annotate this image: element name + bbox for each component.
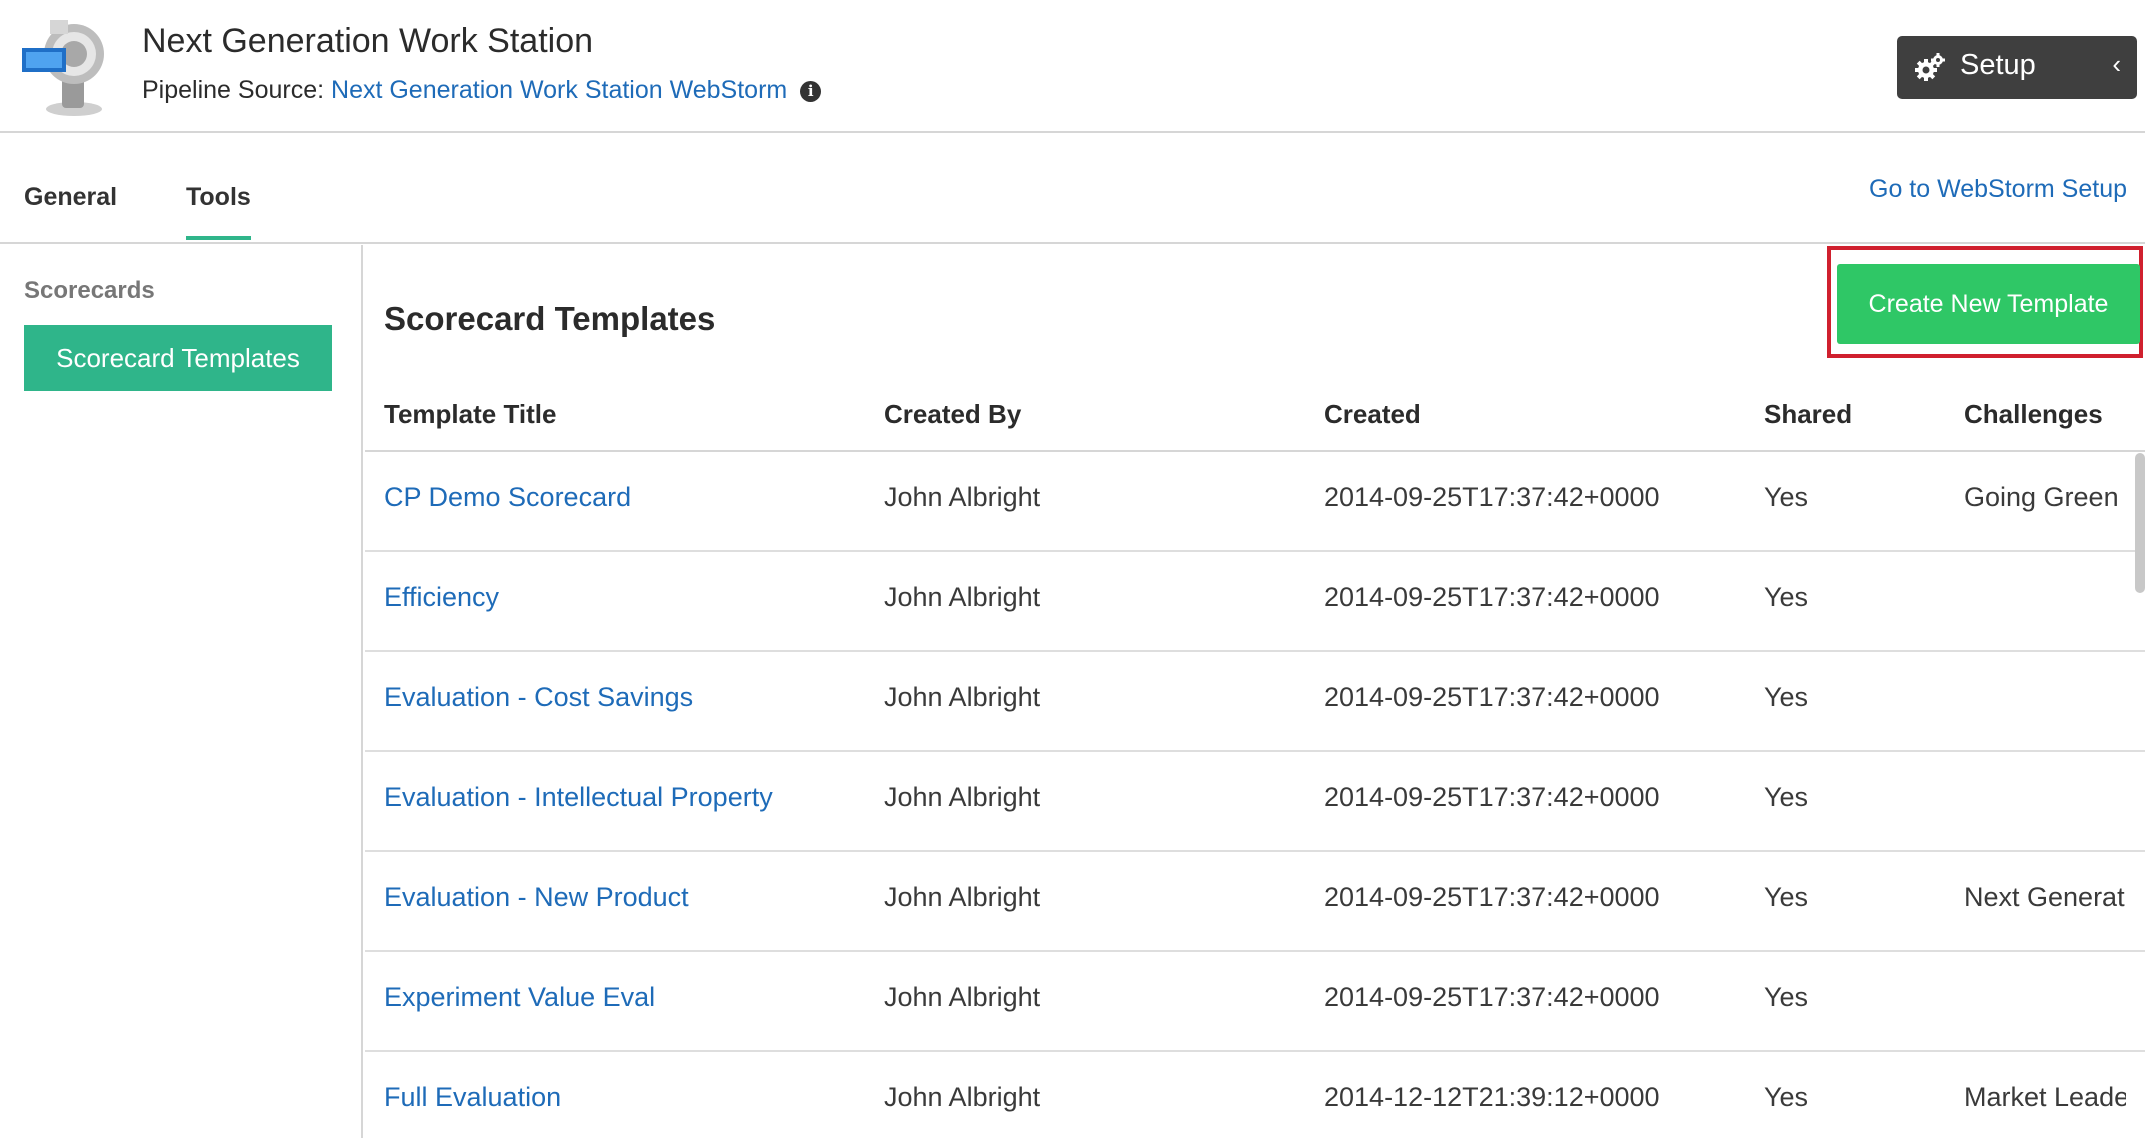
template-title-cell: Evaluation - New Product	[384, 882, 864, 913]
template-title-cell: CP Demo Scorecard	[384, 482, 864, 513]
create-new-template-button[interactable]: Create New Template	[1837, 264, 2140, 344]
main-content: Scorecard Templates Create New Template …	[365, 245, 2145, 1138]
tab-bar: General Tools Go to WebStorm Setup	[0, 135, 2145, 244]
table-header: Template Title Created By Created Shared…	[365, 385, 2145, 452]
created-cell: 2014-09-25T17:37:42+0000	[1324, 482, 1660, 512]
table-row: Evaluation - Cost Savings John Albright …	[365, 652, 2145, 752]
go-to-webstorm-setup-link[interactable]: Go to WebStorm Setup	[1869, 175, 2127, 204]
table-row: Full Evaluation John Albright 2014-12-12…	[365, 1052, 2145, 1138]
template-title-link[interactable]: Evaluation - Cost Savings	[384, 682, 693, 712]
template-title-cell: Evaluation - Intellectual Property	[384, 782, 864, 813]
sidebar: Scorecards Scorecard Templates	[0, 245, 363, 1138]
sidebar-heading: Scorecards	[24, 277, 155, 304]
shared-cell: Yes	[1764, 882, 1809, 912]
template-title-link[interactable]: Efficiency	[384, 582, 499, 612]
template-title-cell: Full Evaluation	[384, 1082, 864, 1113]
column-header-created-by[interactable]: Created By	[884, 399, 1304, 430]
table-row: Evaluation - Intellectual Property John …	[365, 752, 2145, 852]
challenges-cell: Going Green (	[1964, 482, 2126, 512]
app-title: Next Generation Work Station	[142, 22, 594, 60]
gear-icon	[1915, 53, 1945, 81]
template-title-link[interactable]: Full Evaluation	[384, 1082, 561, 1112]
created-cell: 2014-09-25T17:37:42+0000	[1324, 782, 1660, 812]
tab-general[interactable]: General	[24, 183, 117, 236]
template-title-link[interactable]: Evaluation - Intellectual Property	[384, 782, 773, 812]
shared-cell: Yes	[1764, 582, 1809, 612]
column-header-shared[interactable]: Shared	[1764, 399, 1914, 430]
info-icon[interactable]: i	[800, 81, 822, 102]
shared-cell: Yes	[1764, 1082, 1809, 1112]
shared-cell: Yes	[1764, 982, 1809, 1012]
template-title-cell: Experiment Value Eval	[384, 982, 864, 1013]
column-header-challenges[interactable]: Challenges	[1964, 399, 2126, 430]
setup-button[interactable]: Setup ‹	[1897, 36, 2137, 99]
app-logo-icon	[22, 20, 104, 116]
table-row: Efficiency John Albright 2014-09-25T17:3…	[365, 552, 2145, 652]
setup-label: Setup	[1960, 49, 2036, 81]
table-row: Experiment Value Eval John Albright 2014…	[365, 952, 2145, 1052]
created-by-cell: John Albright	[884, 482, 1041, 512]
template-title-cell: Efficiency	[384, 582, 864, 613]
table-row: Evaluation - New Product John Albright 2…	[365, 852, 2145, 952]
created-by-cell: John Albright	[884, 782, 1041, 812]
created-by-cell: John Albright	[884, 882, 1041, 912]
template-title-link[interactable]: Evaluation - New Product	[384, 882, 689, 912]
template-title-cell: Evaluation - Cost Savings	[384, 682, 864, 713]
templates-table: CP Demo Scorecard John Albright 2014-09-…	[365, 452, 2145, 1138]
created-cell: 2014-09-25T17:37:42+0000	[1324, 582, 1660, 612]
template-title-link[interactable]: CP Demo Scorecard	[384, 482, 631, 512]
template-title-link[interactable]: Experiment Value Eval	[384, 982, 655, 1012]
created-cell: 2014-09-25T17:37:42+0000	[1324, 682, 1660, 712]
table-row: CP Demo Scorecard John Albright 2014-09-…	[365, 452, 2145, 552]
shared-cell: Yes	[1764, 682, 1809, 712]
app-header: Next Generation Work Station Pipeline So…	[0, 0, 2145, 133]
created-cell: 2014-12-12T21:39:12+0000	[1324, 1082, 1660, 1112]
tab-tools[interactable]: Tools	[186, 183, 251, 240]
sidebar-item-scorecard-templates[interactable]: Scorecard Templates	[24, 325, 332, 391]
created-cell: 2014-09-25T17:37:42+0000	[1324, 982, 1660, 1012]
page-title: Scorecard Templates	[384, 300, 716, 337]
chevron-left-icon: ‹	[2112, 49, 2121, 79]
created-by-cell: John Albright	[884, 1082, 1041, 1112]
pipeline-source-link[interactable]: Next Generation Work Station WebStorm	[331, 76, 787, 104]
created-by-cell: John Albright	[884, 582, 1041, 612]
shared-cell: Yes	[1764, 782, 1809, 812]
shared-cell: Yes	[1764, 482, 1809, 512]
created-cell: 2014-09-25T17:37:42+0000	[1324, 882, 1660, 912]
created-by-cell: John Albright	[884, 982, 1041, 1012]
column-header-template-title[interactable]: Template Title	[384, 399, 864, 430]
created-by-cell: John Albright	[884, 682, 1041, 712]
challenges-cell: Next Generat	[1964, 882, 2125, 912]
scrollbar[interactable]	[2135, 453, 2145, 593]
column-header-created[interactable]: Created	[1324, 399, 1744, 430]
pipeline-source: Pipeline Source: Next Generation Work St…	[142, 76, 822, 105]
challenges-cell: Market Leade	[1964, 1082, 2126, 1112]
pipeline-source-label: Pipeline Source:	[142, 76, 325, 104]
